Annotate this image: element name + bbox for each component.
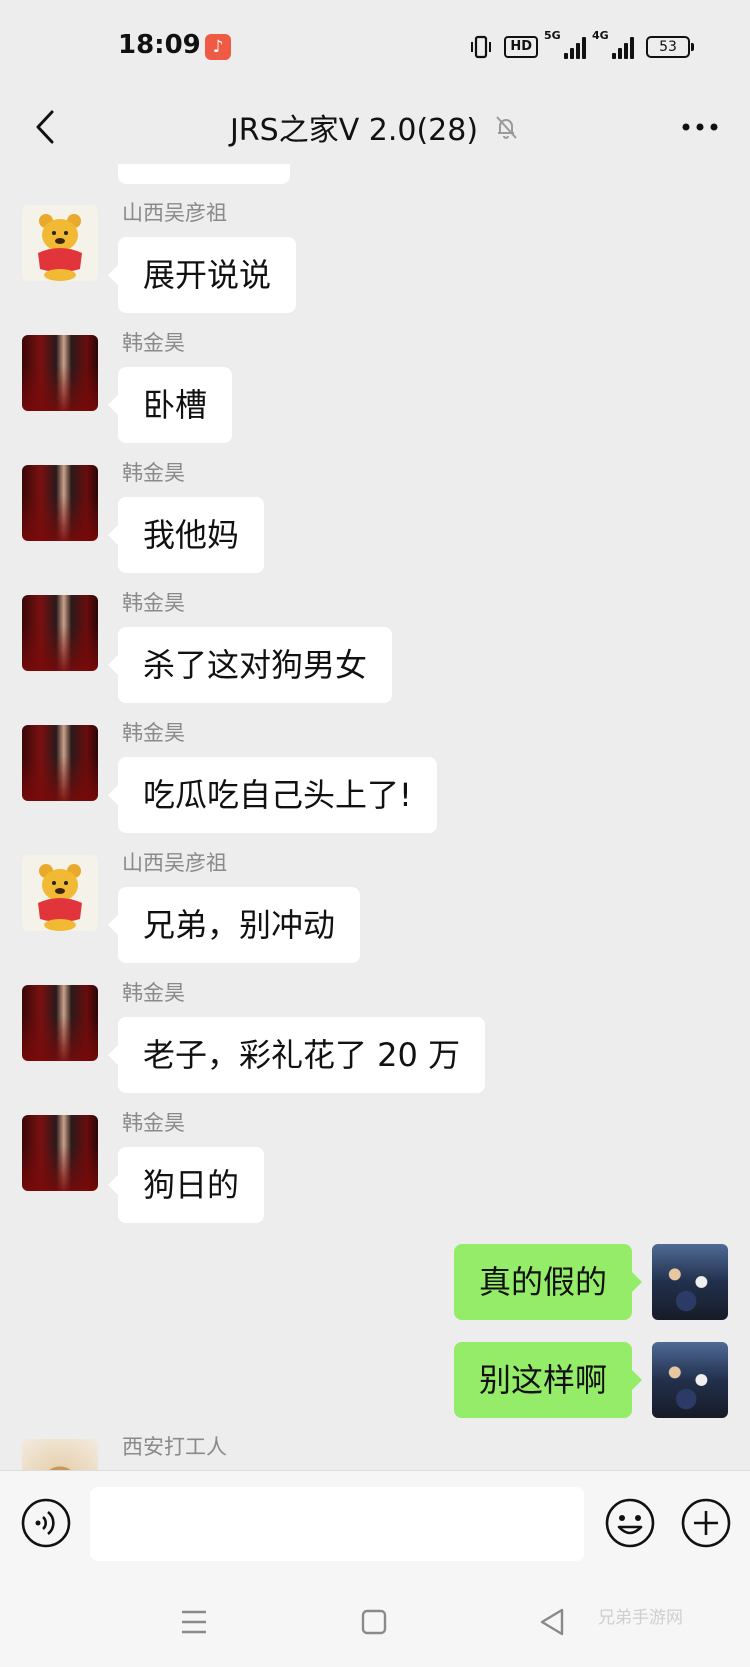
- dark-photo-avatar[interactable]: [22, 985, 98, 1061]
- signal-5g-icon: 5G: [544, 29, 586, 59]
- watermark-text: 兄弟手游网: [598, 1608, 683, 1628]
- message-bubble[interactable]: 老子，彩礼花了 20 万: [107, 1017, 486, 1093]
- sender-name: 山西吴彦祖: [122, 201, 227, 225]
- dark-photo-avatar[interactable]: [22, 1115, 98, 1191]
- message-bubble[interactable]: 卧槽: [107, 367, 233, 443]
- more-options-button[interactable]: [674, 102, 726, 152]
- message-input-bar: [0, 1470, 750, 1578]
- network-5g-label: 5G: [544, 29, 561, 42]
- pooh-avatar[interactable]: [22, 205, 98, 281]
- sender-name: 韩金昊: [122, 461, 185, 485]
- message-bubble[interactable]: 我他妈: [107, 497, 265, 573]
- more-functions-button[interactable]: [680, 1497, 732, 1549]
- status-icons: HD 5G 4G 53: [470, 29, 694, 60]
- message-bubble-self[interactable]: 真的假的: [453, 1244, 643, 1320]
- status-bar: 18:09 ♪ HD 5G 4G 53: [0, 0, 750, 92]
- music-notification-icon: ♪: [205, 34, 231, 60]
- title-group: JRS之家V 2.0(28): [0, 104, 750, 150]
- pooh-avatar[interactable]: [22, 855, 98, 931]
- pooh-bear-icon: [38, 864, 82, 931]
- dark-photo-avatar[interactable]: [22, 465, 98, 541]
- dog-avatar[interactable]: [22, 1439, 98, 1470]
- basketball-avatar[interactable]: [652, 1342, 728, 1418]
- message-bubble[interactable]: 兄弟，别冲动: [107, 887, 361, 963]
- message-bubble[interactable]: 吃瓜吃自己头上了!: [108, 757, 437, 833]
- network-4g-label: 4G: [592, 29, 609, 42]
- square-icon: [361, 1609, 387, 1635]
- emoji-button[interactable]: [604, 1497, 656, 1549]
- recents-button[interactable]: [174, 1602, 214, 1642]
- message-bubble-cutoff[interactable]: [118, 164, 290, 184]
- message-bubble-self[interactable]: 别这样啊: [453, 1342, 643, 1418]
- basketball-avatar[interactable]: [652, 1244, 728, 1320]
- chat-title: JRS之家V 2.0(28): [229, 113, 479, 148]
- sender-name: 山西吴彦祖: [122, 851, 227, 875]
- muted-bell-icon: [496, 116, 517, 139]
- message-text-input[interactable]: [90, 1487, 584, 1561]
- chat-message-list[interactable]: 山西吴彦祖 展开说说 韩金昊 卧槽 韩金昊 我他妈 韩金昊 杀了这对狗男女 韩金…: [0, 164, 750, 1470]
- sender-name: 韩金昊: [122, 981, 185, 1005]
- smiley-icon: [605, 1498, 655, 1548]
- home-button[interactable]: [354, 1602, 394, 1642]
- chat-header: JRS之家V 2.0(28): [0, 92, 750, 164]
- battery-level: 53: [659, 39, 677, 55]
- system-navigation-bar: 兄弟手游网: [0, 1578, 750, 1667]
- message-bubble[interactable]: 狗日的: [107, 1147, 265, 1223]
- ellipsis-icon: [682, 123, 718, 131]
- status-time: 18:09: [118, 30, 201, 60]
- sender-name: 西安打工人: [122, 1435, 227, 1459]
- voice-icon: [21, 1498, 71, 1548]
- watermark: 兄弟手游网: [598, 1608, 683, 1628]
- system-back-button[interactable]: [532, 1602, 572, 1642]
- pooh-bear-icon: [38, 214, 82, 281]
- signal-4g-icon: 4G: [592, 29, 634, 59]
- hd-voice-badge: HD: [504, 36, 538, 58]
- dark-photo-avatar[interactable]: [22, 725, 98, 801]
- vibrate-icon: [471, 35, 492, 59]
- voice-input-button[interactable]: [20, 1497, 72, 1549]
- message-bubble[interactable]: 杀了这对狗男女: [107, 627, 393, 703]
- plus-icon: [681, 1498, 731, 1548]
- dark-photo-avatar[interactable]: [22, 335, 98, 411]
- sender-name: 韩金昊: [122, 591, 185, 615]
- sender-name: 韩金昊: [122, 331, 185, 355]
- dark-photo-avatar[interactable]: [22, 595, 98, 671]
- sender-name: 韩金昊: [122, 1111, 185, 1135]
- message-bubble[interactable]: 展开说说: [107, 237, 297, 313]
- sender-name: 韩金昊: [122, 721, 185, 745]
- battery-icon: 53: [646, 36, 694, 58]
- triangle-back-icon: [540, 1608, 564, 1636]
- menu-icon: [182, 1610, 206, 1634]
